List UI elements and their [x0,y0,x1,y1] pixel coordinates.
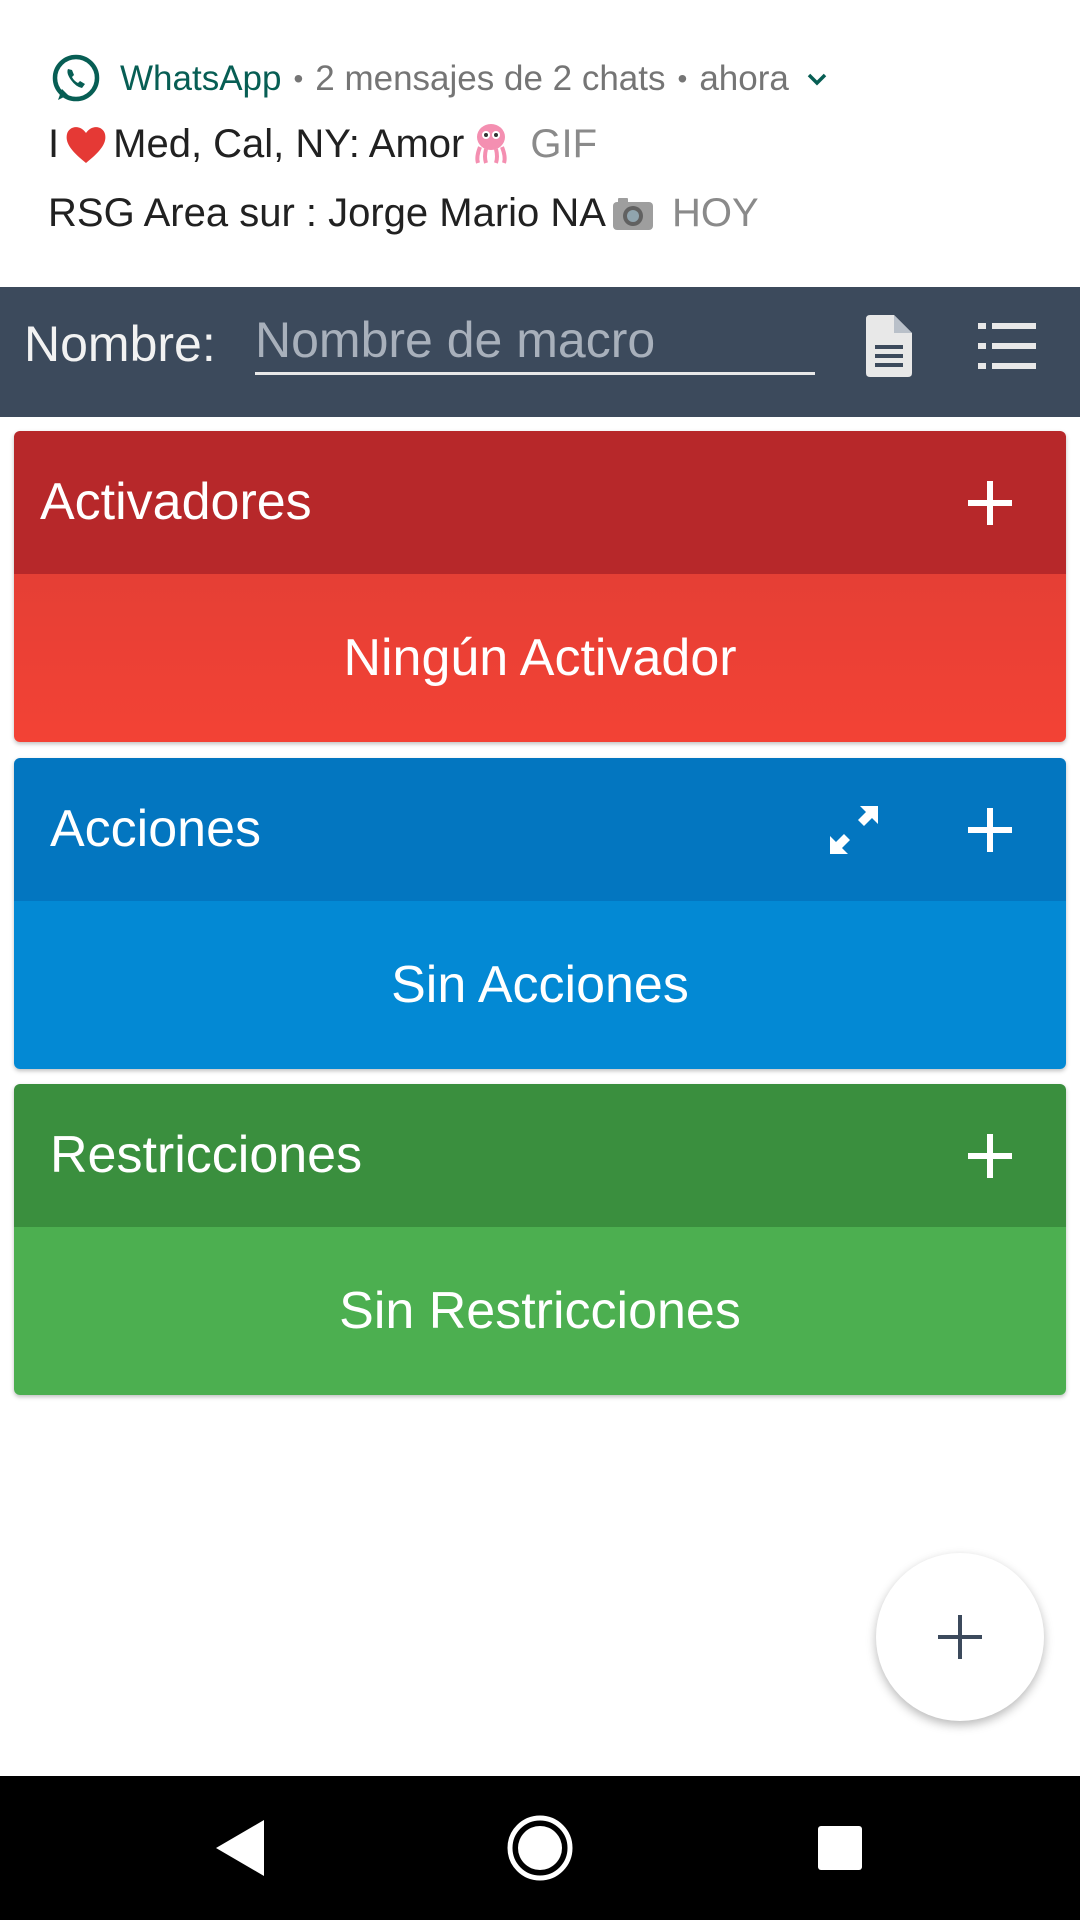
constraints-panel: Restricciones Sin Restricciones [14,1084,1066,1395]
actions-header: Acciones [14,758,1066,901]
notification-header: WhatsApp • 2 mensajes de 2 chats • ahora [48,52,831,106]
recents-icon[interactable] [790,1798,890,1898]
whatsapp-icon [48,52,102,106]
chevron-down-icon[interactable] [803,65,831,93]
message-suffix: HOY [671,190,759,235]
message-prefix: I [48,121,60,166]
add-action-button[interactable] [954,794,1026,866]
octopus-emoji-icon [468,121,514,167]
separator-dot: • [293,63,304,94]
list-icon[interactable] [962,301,1052,391]
triggers-header: Activadores [14,431,1066,574]
expand-icon [830,806,878,854]
message-text: Med, Cal, NY: Amor [113,121,465,166]
plus-icon [938,1615,982,1659]
actions-empty-text: Sin Acciones [14,901,1066,1069]
notification-summary: 2 mensajes de 2 chats [315,59,666,98]
triggers-panel: Activadores Ningún Activador [14,431,1066,742]
macro-name-input[interactable] [255,307,815,375]
message-text: RSG Area sur : Jorge Mario NA [48,190,606,235]
triggers-empty-text: Ningún Activador [14,574,1066,742]
expand-actions-button[interactable] [818,794,890,866]
home-icon[interactable] [490,1798,590,1898]
notification-message-2: RSG Area sur : Jorge Mario NA HOY [48,185,759,241]
constraints-title: Restricciones [50,1126,363,1184]
document-icon[interactable] [843,301,933,391]
heart-emoji-icon [63,121,109,167]
separator-dot: • [677,63,688,94]
plus-icon [968,808,1012,852]
plus-icon [968,1134,1012,1178]
actions-title: Acciones [50,800,261,858]
notification-time: ahora [699,59,789,98]
message-suffix: GIF [530,121,598,166]
constraints-header: Restricciones [14,1084,1066,1227]
constraints-empty-text: Sin Restricciones [14,1227,1066,1395]
notification-app-name: WhatsApp [120,59,282,98]
system-nav-bar [0,1776,1080,1920]
notification-message-1: I Med, Cal, NY: Amor GIF [48,116,597,172]
macro-toolbar: Nombre: [0,287,1080,417]
plus-icon [968,481,1012,525]
camera-emoji-icon [610,190,656,236]
triggers-title: Activadores [40,473,312,531]
add-fab-button[interactable] [876,1553,1044,1721]
add-constraint-button[interactable] [954,1120,1026,1192]
actions-panel: Acciones Sin Acciones [14,758,1066,1069]
whatsapp-notification[interactable]: WhatsApp • 2 mensajes de 2 chats • ahora… [0,0,1080,287]
add-trigger-button[interactable] [954,467,1026,539]
name-label: Nombre: [24,316,216,372]
back-icon[interactable] [190,1798,290,1898]
